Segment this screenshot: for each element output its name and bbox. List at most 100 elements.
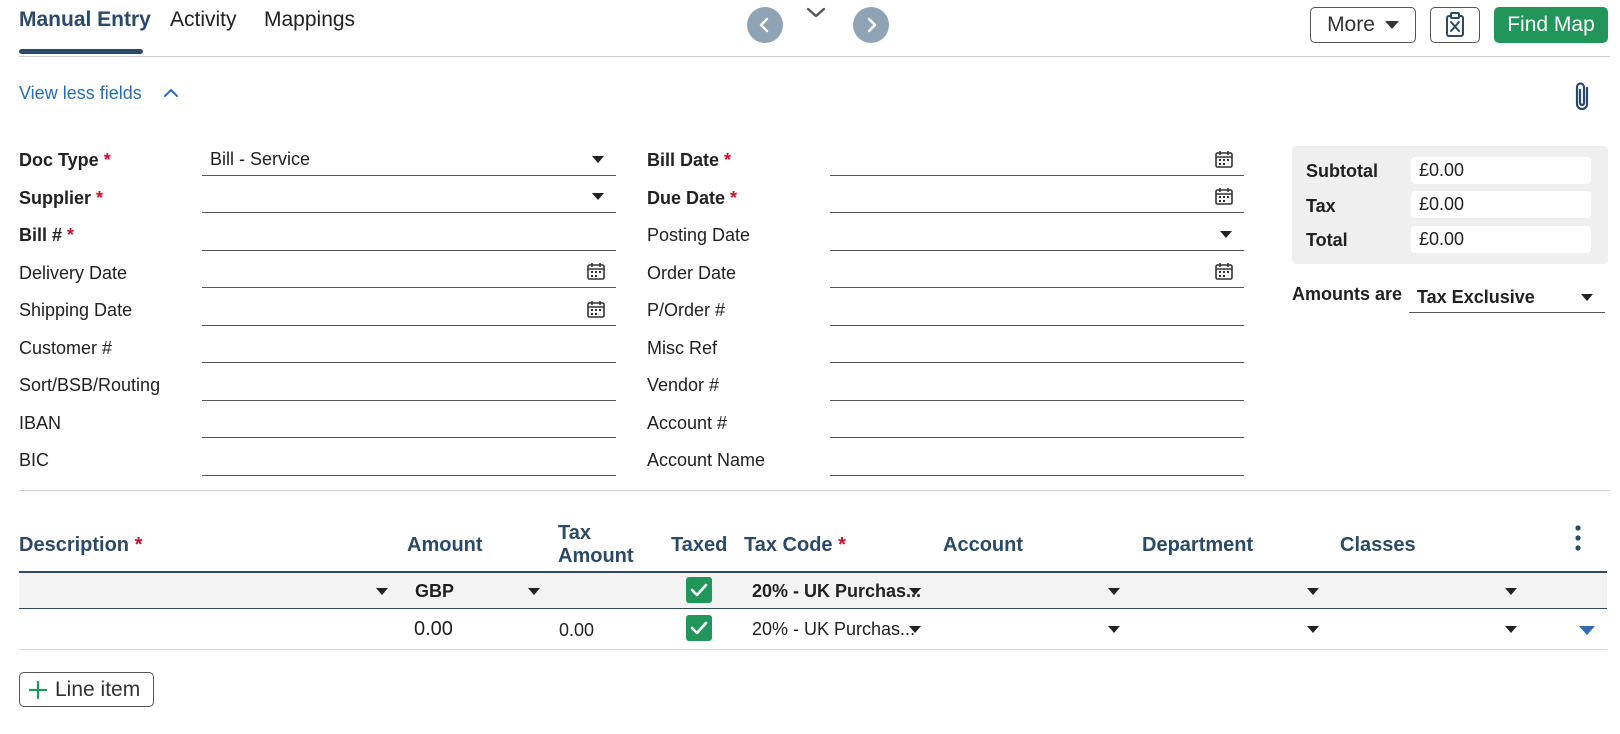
- next-document-button[interactable]: [853, 7, 889, 43]
- col-header-tax-code: Tax Code *: [744, 534, 846, 556]
- line-tax-amount-value: 0.00: [559, 620, 595, 640]
- doc-type-value: Bill - Service: [210, 149, 311, 169]
- more-button[interactable]: More: [1310, 7, 1416, 43]
- clipboard-delete-icon: [1446, 12, 1464, 37]
- checkmark-icon: [690, 583, 708, 597]
- view-less-toggle[interactable]: [163, 86, 179, 104]
- iban-input[interactable]: [202, 405, 616, 438]
- line-account-caret[interactable]: [1108, 626, 1120, 633]
- vendor-number-label: Vendor #: [647, 375, 720, 395]
- sort-bsb-routing-input[interactable]: [202, 368, 616, 401]
- attachment-button[interactable]: [1570, 80, 1594, 119]
- chevron-right-icon: [867, 17, 877, 33]
- description-dropdown-caret[interactable]: [376, 588, 388, 595]
- caret-down-icon: [1581, 294, 1593, 301]
- calendar-icon[interactable]: [586, 299, 606, 319]
- amounts-are-dropdown[interactable]: Tax Exclusive: [1409, 280, 1605, 313]
- line-tax-code-caret[interactable]: [909, 626, 921, 633]
- subtotal-label: Subtotal: [1306, 161, 1378, 181]
- header-divider: [19, 56, 1610, 57]
- order-date-input[interactable]: [830, 255, 1244, 288]
- shipping-date-input[interactable]: [202, 293, 616, 326]
- account-dropdown-caret[interactable]: [1108, 588, 1120, 595]
- line-taxed-checkbox[interactable]: [686, 615, 712, 641]
- vendor-number-input[interactable]: [830, 368, 1244, 401]
- collapse-chevron-button[interactable]: [806, 6, 826, 25]
- purchase-order-input[interactable]: [830, 293, 1244, 326]
- tab-mappings[interactable]: Mappings: [264, 8, 355, 32]
- line-tax-code-value[interactable]: 20% - UK Purchas...: [752, 619, 915, 640]
- iban-label: IBAN: [19, 413, 62, 433]
- line-classes-caret[interactable]: [1505, 626, 1517, 633]
- bill-date-label: Bill Date *: [647, 150, 732, 170]
- col-header-classes: Classes: [1340, 534, 1416, 556]
- col-header-department: Department: [1142, 534, 1254, 556]
- tax-label: Tax: [1306, 196, 1336, 216]
- expand-row-icon[interactable]: [1579, 626, 1595, 635]
- shipping-date-label: Shipping Date: [19, 300, 133, 320]
- misc-ref-label: Misc Ref: [647, 338, 718, 358]
- tax-value: £0.00: [1411, 191, 1591, 218]
- subtotal-value: £0.00: [1411, 157, 1591, 184]
- caret-down-icon: [1384, 21, 1399, 29]
- account-name-input[interactable]: [830, 443, 1244, 476]
- default-tax-code-value[interactable]: 20% - UK Purchas...: [752, 581, 921, 602]
- add-line-item-button[interactable]: Line item: [19, 672, 154, 707]
- calendar-icon[interactable]: [1214, 261, 1234, 281]
- due-date-input[interactable]: [830, 180, 1244, 213]
- amounts-are-label: Amounts are: [1292, 284, 1403, 304]
- currency-value[interactable]: GBP: [415, 581, 454, 602]
- delivery-date-label: Delivery Date: [19, 263, 128, 283]
- line-amount-value[interactable]: 0.00: [414, 618, 453, 641]
- bill-number-label: Bill # *: [19, 225, 75, 245]
- plus-icon: [29, 680, 47, 699]
- department-dropdown-caret[interactable]: [1307, 588, 1319, 595]
- col-header-amount: Amount: [407, 534, 483, 556]
- bill-number-input[interactable]: [202, 218, 616, 251]
- amounts-are-value: Tax Exclusive: [1417, 287, 1535, 307]
- default-taxed-checkbox[interactable]: [686, 577, 712, 603]
- total-label: Total: [1306, 230, 1348, 250]
- currency-dropdown-caret[interactable]: [528, 588, 540, 595]
- find-map-button[interactable]: Find Map: [1494, 7, 1608, 43]
- table-row: 0.00 0.00 20% - UK Purchas...: [19, 610, 1607, 650]
- view-less-fields-link[interactable]: View less fields: [19, 83, 142, 104]
- sort-bsb-routing-label: Sort/BSB/Routing: [19, 375, 161, 395]
- column-options-button[interactable]: [1574, 524, 1582, 557]
- account-number-input[interactable]: [830, 405, 1244, 438]
- customer-number-input[interactable]: [202, 330, 616, 363]
- calendar-icon[interactable]: [586, 261, 606, 281]
- tax-code-dropdown-caret[interactable]: [909, 588, 921, 595]
- checkmark-icon: [690, 621, 708, 635]
- delivery-date-input[interactable]: [202, 255, 616, 288]
- tab-manual-entry[interactable]: Manual Entry: [19, 8, 151, 32]
- doc-type-dropdown[interactable]: Bill - Service: [202, 143, 616, 176]
- line-department-caret[interactable]: [1307, 626, 1319, 633]
- account-number-label: Account #: [647, 413, 728, 433]
- col-header-taxed: Taxed: [671, 534, 728, 556]
- supplier-dropdown[interactable]: [202, 180, 616, 213]
- previous-document-button[interactable]: [747, 7, 783, 43]
- bic-input[interactable]: [202, 443, 616, 476]
- total-value: £0.00: [1411, 226, 1591, 253]
- misc-ref-input[interactable]: [830, 330, 1244, 363]
- discard-document-button[interactable]: [1430, 7, 1480, 43]
- bill-date-input[interactable]: [830, 143, 1244, 176]
- due-date-label: Due Date *: [647, 188, 738, 208]
- tab-activity[interactable]: Activity: [170, 8, 237, 32]
- col-header-account: Account: [943, 534, 1023, 556]
- calendar-icon[interactable]: [1214, 186, 1234, 206]
- classes-dropdown-caret[interactable]: [1505, 588, 1517, 595]
- col-header-description: Description *: [19, 534, 143, 556]
- chevron-down-icon: [806, 7, 826, 18]
- supplier-label: Supplier *: [19, 188, 104, 208]
- customer-number-label: Customer #: [19, 338, 113, 358]
- calendar-icon[interactable]: [1214, 149, 1234, 169]
- section-divider: [19, 490, 1610, 491]
- posting-date-dropdown[interactable]: [830, 218, 1244, 251]
- more-vertical-icon: [1575, 525, 1581, 551]
- default-values-row: GBP 20% - UK Purchas...: [19, 571, 1607, 609]
- add-line-item-label: Line item: [55, 677, 141, 701]
- caret-down-icon: [592, 156, 604, 163]
- paperclip-icon: [1575, 82, 1589, 111]
